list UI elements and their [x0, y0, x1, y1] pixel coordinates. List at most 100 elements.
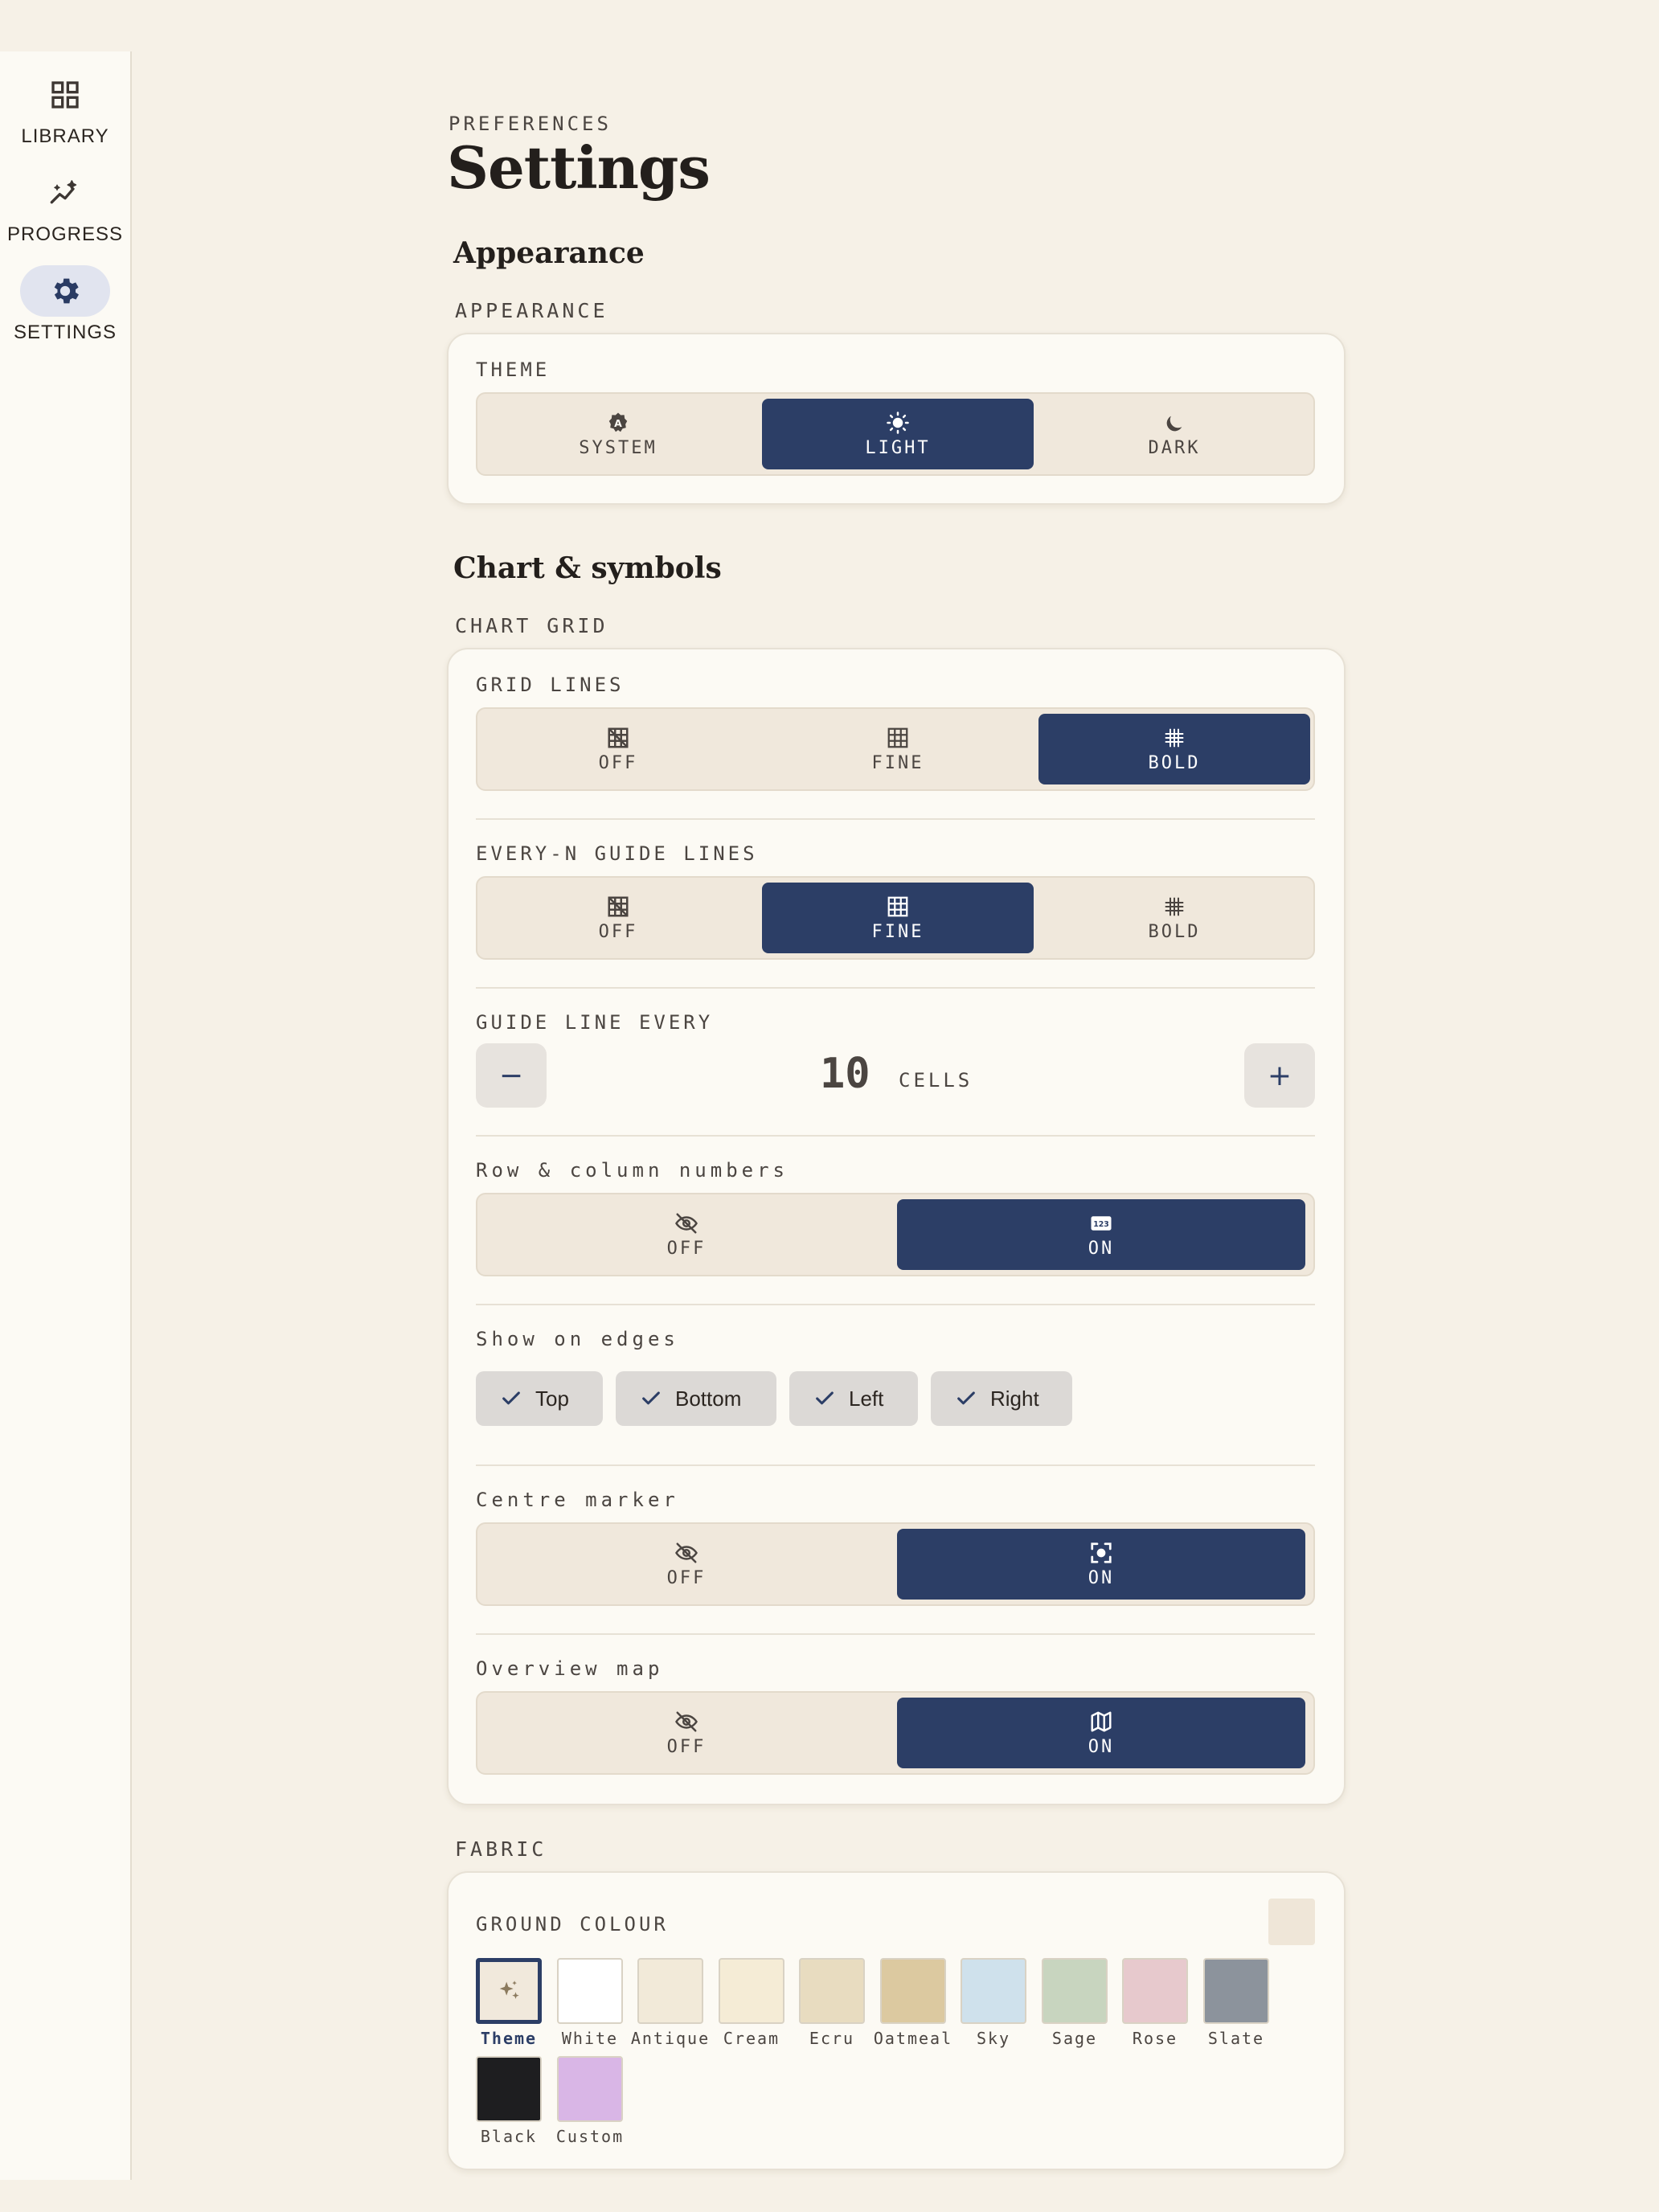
row-col-numbers-option-off[interactable]: OFF: [482, 1199, 891, 1270]
theme-option-system[interactable]: A SYSTEM: [482, 399, 754, 469]
edge-chip-bottom[interactable]: Bottom: [616, 1371, 776, 1426]
guide-lines-segmented-control: OFF FINE BOLD: [476, 876, 1315, 960]
edge-chip-right[interactable]: Right: [931, 1371, 1072, 1426]
guide-every-unit: CELLS: [899, 1069, 973, 1092]
option-label: ON: [1088, 1238, 1115, 1259]
svg-text:A: A: [614, 417, 622, 429]
swatch-sage[interactable]: [1042, 1958, 1108, 2024]
nav-label: PROGRESS: [6, 223, 124, 245]
centre-marker-option-on[interactable]: ON: [897, 1529, 1305, 1600]
nav-item-settings[interactable]: SETTINGS: [0, 265, 130, 344]
guide-every-label: GUIDE LINE EVERY: [476, 1011, 714, 1034]
guide-lines-option-off[interactable]: OFF: [482, 883, 754, 953]
theme-label: THEME: [476, 358, 551, 381]
theme-option-label: LIGHT: [865, 437, 931, 458]
page-title: Settings: [447, 133, 711, 202]
grid-off-icon: [606, 726, 630, 750]
sparkle-icon: [480, 1962, 538, 2020]
divider: [476, 1135, 1315, 1137]
edge-chip-label: Left: [849, 1386, 884, 1411]
swatch-label: Cream: [723, 2029, 780, 2048]
grid-lines-option-bold[interactable]: BOLD: [1038, 714, 1310, 784]
grid-fine-icon: [886, 726, 910, 750]
guide-lines-option-bold[interactable]: BOLD: [1038, 883, 1310, 953]
divider: [476, 987, 1315, 989]
centre-marker-option-off[interactable]: OFF: [482, 1529, 891, 1600]
guide-every-value: 10: [820, 1050, 870, 1098]
eye-off-icon: [674, 1541, 698, 1565]
swatch-rose[interactable]: [1122, 1958, 1188, 2024]
swatch-sky[interactable]: [961, 1958, 1026, 2024]
grid-icon: [20, 69, 110, 121]
appearance-card: THEME A SYSTEM LIGHT DARK: [447, 333, 1346, 505]
swatch-label: Slate: [1207, 2029, 1265, 2048]
swatch-label: Antique: [630, 2029, 711, 2048]
decrement-button[interactable]: −: [476, 1043, 547, 1108]
swatch-white[interactable]: [557, 1958, 623, 2024]
row-col-numbers-label: Row & column numbers: [476, 1159, 789, 1182]
eye-off-icon: [674, 1710, 698, 1734]
check-icon: [813, 1387, 836, 1410]
swatch-label: White: [561, 2029, 619, 2048]
trend-icon: [20, 167, 110, 219]
overview-map-option-off[interactable]: OFF: [482, 1698, 891, 1768]
nav-item-library[interactable]: LIBRARY: [0, 69, 130, 148]
option-label: OFF: [666, 1238, 707, 1259]
centre-marker-label: Centre marker: [476, 1489, 679, 1511]
ground-colour-preview: [1268, 1899, 1315, 1945]
guide-lines-label: EVERY-N GUIDE LINES: [476, 842, 758, 865]
nav-item-progress[interactable]: PROGRESS: [0, 167, 130, 246]
nav-label: LIBRARY: [21, 125, 109, 147]
swatch-label: Black: [480, 2127, 538, 2146]
swatch-custom[interactable]: [557, 2056, 623, 2122]
option-label: FINE: [871, 752, 924, 773]
map-icon: [1089, 1710, 1113, 1734]
grid-lines-label: GRID LINES: [476, 674, 625, 696]
swatch-cream[interactable]: [719, 1958, 784, 2024]
theme-option-dark[interactable]: DARK: [1038, 399, 1310, 469]
page-eyebrow: PREFERENCES: [449, 113, 612, 135]
edge-chip-label: Bottom: [675, 1386, 742, 1411]
moon-icon: [1163, 411, 1186, 435]
check-icon: [500, 1387, 522, 1410]
nav-label: SETTINGS: [13, 322, 117, 343]
option-label: BOLD: [1148, 921, 1201, 942]
nav-rail: LIBRARY PROGRESS SETTINGS: [0, 51, 132, 2180]
theme-option-light[interactable]: LIGHT: [762, 399, 1034, 469]
divider: [476, 818, 1315, 820]
overview-map-option-on[interactable]: ON: [897, 1698, 1305, 1768]
eye-off-icon: [674, 1211, 698, 1235]
option-label: BOLD: [1148, 752, 1201, 773]
increment-button[interactable]: +: [1244, 1043, 1315, 1108]
swatch-label: Oatmeal: [873, 2029, 953, 2048]
centre-marker-segmented-control: OFF ON: [476, 1522, 1315, 1606]
theme-option-label: DARK: [1148, 437, 1201, 458]
section-title-chart: Chart & symbols: [453, 551, 722, 585]
swatch-black[interactable]: [476, 2056, 542, 2122]
swatch-label: Sky: [976, 2029, 1011, 2048]
edge-chip-left[interactable]: Left: [789, 1371, 918, 1426]
auto-theme-icon: A: [606, 411, 630, 435]
row-col-numbers-option-on[interactable]: 123 ON: [897, 1199, 1305, 1270]
swatch-label: Sage: [1051, 2029, 1098, 2048]
edge-chip-top[interactable]: Top: [476, 1371, 603, 1426]
swatch-antique[interactable]: [637, 1958, 703, 2024]
svg-text:123: 123: [1093, 1219, 1109, 1228]
swatch-theme[interactable]: [476, 1958, 542, 2024]
section-title-appearance: Appearance: [453, 236, 645, 270]
swatch-slate[interactable]: [1203, 1958, 1269, 2024]
swatch-ecru[interactable]: [799, 1958, 865, 2024]
option-label: ON: [1088, 1567, 1115, 1588]
guide-lines-option-fine[interactable]: FINE: [762, 883, 1034, 953]
sun-icon: [886, 411, 910, 435]
check-icon: [955, 1387, 977, 1410]
option-label: ON: [1088, 1736, 1115, 1757]
swatch-oatmeal[interactable]: [880, 1958, 946, 2024]
edges-label: Show on edges: [476, 1328, 679, 1350]
swatch-label: Custom: [555, 2127, 625, 2146]
fabric-card: GROUND COLOUR Theme White Antique Cream Ecru…: [447, 1871, 1346, 2170]
option-label: OFF: [598, 752, 638, 773]
grid-lines-option-off[interactable]: OFF: [482, 714, 754, 784]
grid-lines-option-fine[interactable]: FINE: [762, 714, 1034, 784]
edge-chip-label: Right: [990, 1386, 1039, 1411]
